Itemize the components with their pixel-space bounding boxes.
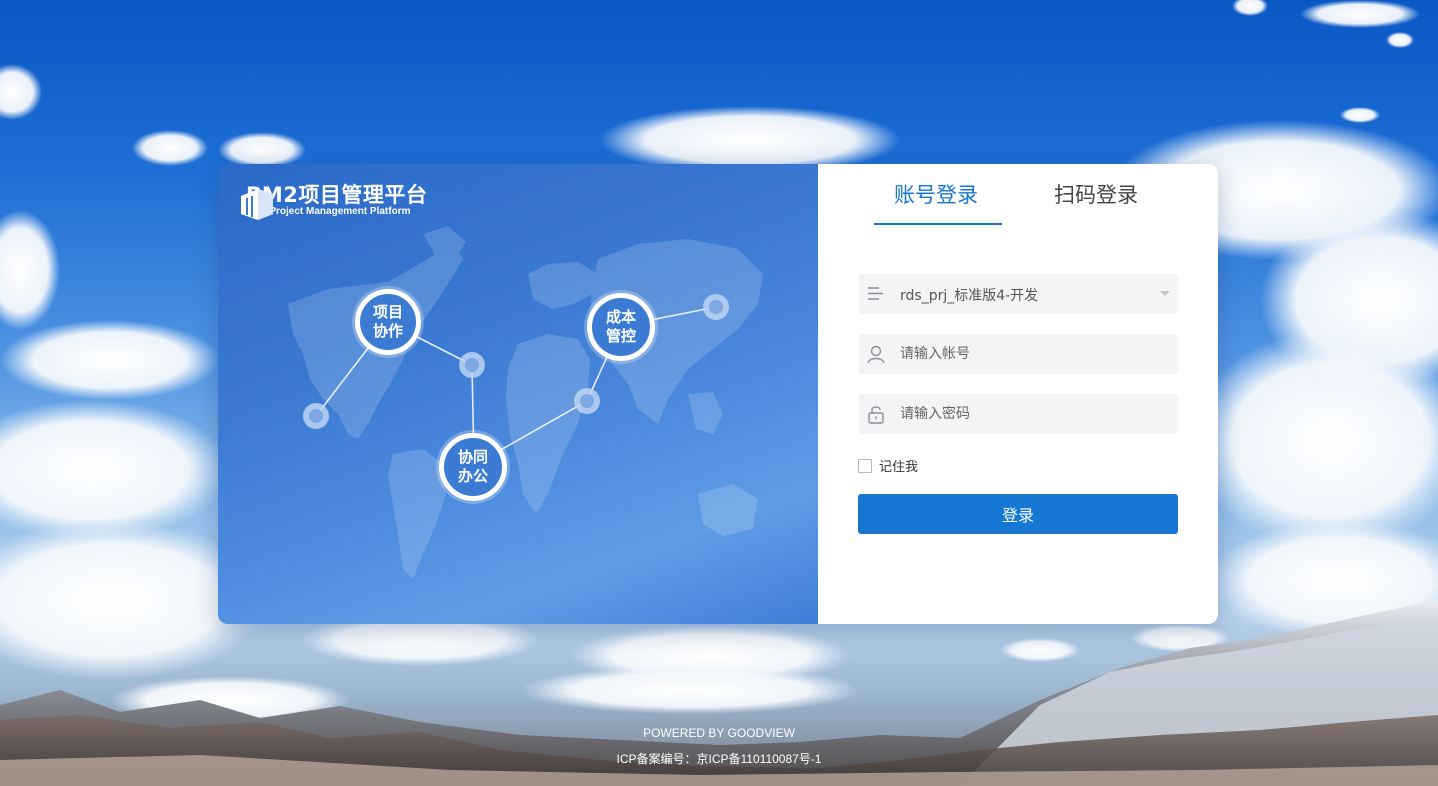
login-button[interactable]: 登录	[858, 494, 1178, 534]
login-card: PM2项目管理平台 PM2 Project Management Platfor…	[218, 164, 1218, 624]
remember-me: 记住我	[858, 456, 918, 475]
powered-by-text: POWERED BY GOODVIEW	[643, 726, 795, 740]
feature-label: 成本	[605, 308, 636, 326]
login-tabs: 账号登录 扫码登录	[818, 164, 1218, 228]
world-map-silhouette	[288, 226, 763, 579]
tab-account-login[interactable]: 账号登录	[894, 179, 978, 209]
brand-logo: PM2项目管理平台 PM2 Project Management Platfor…	[238, 184, 427, 220]
feature-label: 协同	[457, 448, 488, 466]
username-input[interactable]	[898, 334, 1170, 374]
world-map-illustration	[288, 226, 763, 579]
active-tab-indicator	[874, 223, 1002, 225]
icp-record-text: ICP备案编号：京ICP备110110087号-1	[616, 752, 822, 766]
workspace-selected-value: rds_prj_标准版4-开发	[900, 288, 1039, 304]
feature-node-office-collab: 协同 办公	[439, 433, 507, 501]
password-field-wrapper	[858, 394, 1178, 434]
lock-icon	[868, 406, 884, 424]
login-form-panel: 账号登录 扫码登录 rds_prj_标准版4-开发 请输入帐号 记住我 登录	[818, 164, 1218, 624]
cube-logo-icon	[241, 189, 273, 220]
username-field-wrapper	[858, 334, 1178, 374]
tab-qr-login[interactable]: 扫码登录	[1054, 179, 1138, 209]
remember-me-checkbox[interactable]	[858, 458, 872, 473]
feature-node-project-collab: 项目 协作	[355, 289, 421, 355]
feature-label: 办公	[457, 467, 488, 485]
list-icon	[868, 287, 883, 300]
promo-panel: PM2项目管理平台 PM2 Project Management Platfor…	[218, 164, 818, 624]
feature-label: 管控	[605, 327, 636, 345]
user-icon	[867, 345, 885, 364]
feature-label: 协作	[372, 322, 403, 340]
remember-me-label[interactable]: 记住我	[879, 456, 918, 475]
chevron-down-icon[interactable]	[1160, 291, 1170, 296]
password-input[interactable]	[898, 394, 1170, 434]
feature-node-cost-control: 成本 管控	[587, 293, 655, 361]
workspace-select[interactable]: rds_prj_标准版4-开发	[858, 274, 1178, 314]
feature-label: 项目	[372, 303, 403, 321]
page-footer: POWERED BY GOODVIEW ICP备案编号：京ICP备1101100…	[0, 722, 1438, 772]
